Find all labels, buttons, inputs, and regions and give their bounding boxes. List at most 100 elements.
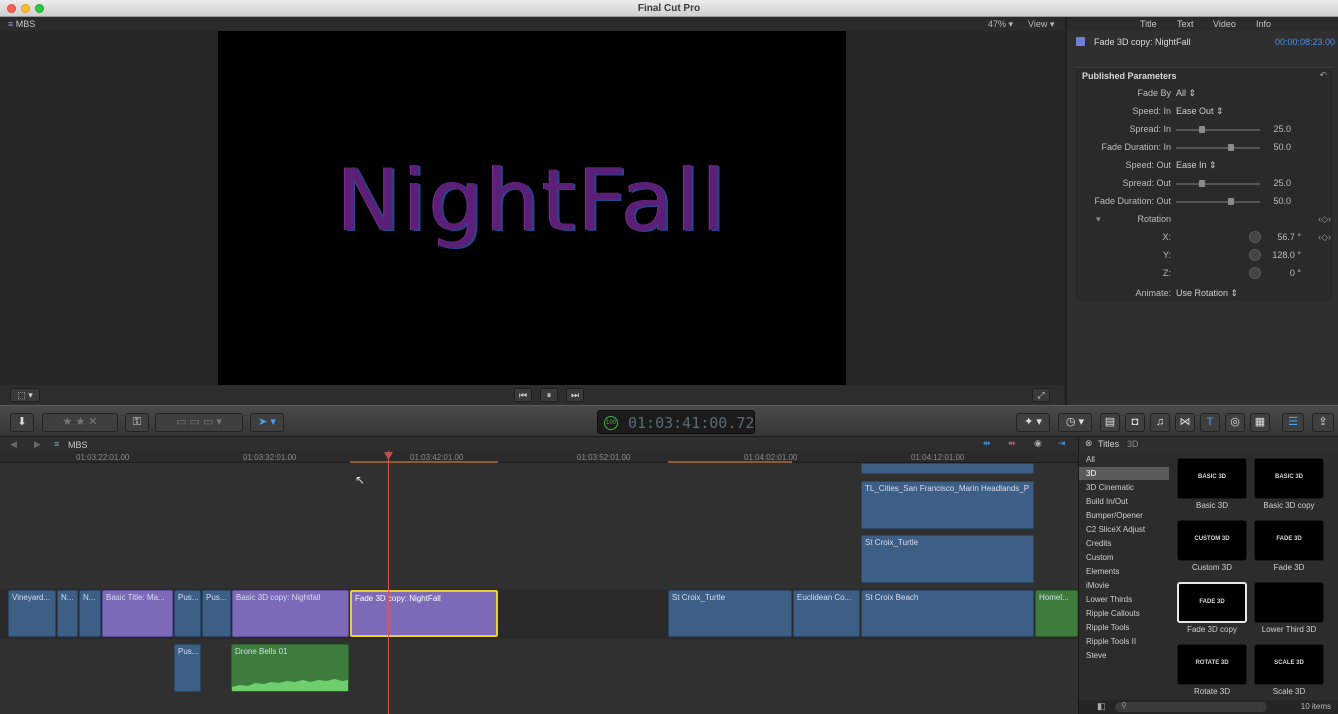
category-item[interactable]: Steve: [1079, 649, 1169, 662]
rotation-y-dial[interactable]: [1249, 249, 1261, 261]
slider-knob[interactable]: [1198, 180, 1205, 187]
timeline-clip[interactable]: TL_Cities_San Francisco_Marin Headlands_…: [861, 481, 1034, 529]
snapping-icon[interactable]: ⇥: [1058, 438, 1066, 449]
category-item[interactable]: Bumper/Opener: [1079, 509, 1169, 522]
spread-out-slider[interactable]: [1176, 180, 1260, 187]
back-arrow-icon[interactable]: ◀: [10, 439, 17, 450]
fade-duration-in-slider[interactable]: [1176, 144, 1260, 151]
search-field[interactable]: ⚲: [1115, 701, 1267, 712]
dashboard-timecode[interactable]: 100 01:03:41:00.72: [597, 410, 755, 434]
fade-duration-out-slider[interactable]: [1176, 198, 1260, 205]
solo-icon[interactable]: ◉: [1034, 438, 1042, 449]
titles-browser-icon[interactable]: T: [1200, 413, 1220, 432]
timeline-clip[interactable]: St Croix_Turtle: [668, 590, 792, 637]
param-number[interactable]: 50.0: [1273, 196, 1291, 206]
tab-text[interactable]: Text: [1177, 19, 1194, 29]
timeline-clip[interactable]: St Croix_Turtle: [861, 535, 1034, 583]
title-thumbnail-selected[interactable]: FADE 3D: [1177, 582, 1247, 623]
share-icon[interactable]: ⇪: [1312, 413, 1334, 432]
inspector-toggle-icon[interactable]: ☰: [1282, 413, 1304, 432]
speed-in-popup[interactable]: Ease Out ⇕: [1176, 106, 1224, 117]
close-icon[interactable]: ⊗: [1085, 438, 1093, 449]
import-icon[interactable]: ⬇: [10, 413, 34, 432]
slider-knob[interactable]: [1228, 144, 1235, 151]
timeline-clip[interactable]: Pus...: [202, 590, 231, 637]
category-item[interactable]: C2 SliceX Adjust: [1079, 523, 1169, 536]
photos-icon[interactable]: ◘: [1125, 413, 1145, 432]
timeline-clip[interactable]: [861, 463, 1034, 474]
disclosure-triangle-icon[interactable]: ▾: [1096, 214, 1101, 225]
category-item-selected[interactable]: 3D: [1079, 467, 1169, 480]
slider-knob[interactable]: [1198, 126, 1205, 133]
selected-timeline-clip[interactable]: Fade 3D copy: NightFall: [350, 590, 498, 637]
timeline-clip[interactable]: Pus...: [174, 644, 201, 692]
timeline-clip[interactable]: Euclidean Co...: [793, 590, 860, 637]
forward-arrow-icon[interactable]: ▶: [34, 439, 41, 450]
themes-icon[interactable]: ▦: [1250, 413, 1270, 432]
title-thumbnail[interactable]: FADE 3D: [1254, 520, 1324, 561]
category-item[interactable]: Ripple Tools: [1079, 621, 1169, 634]
viewer-project[interactable]: ≡ MBS: [8, 19, 35, 29]
enhancements-icon[interactable]: ✦ ▾: [1016, 413, 1050, 432]
title-thumbnail[interactable]: BASIC 3D: [1254, 458, 1324, 499]
timeline-clip[interactable]: Pus...: [174, 590, 201, 637]
title-thumbnail[interactable]: SCALE 3D: [1254, 644, 1324, 685]
transitions-icon[interactable]: ⋈: [1175, 413, 1195, 432]
transform-menu-button[interactable]: ⬚ ▾: [10, 388, 40, 402]
category-item[interactable]: Ripple Callouts: [1079, 607, 1169, 620]
timeline-ruler[interactable]: 01:03:22:01.00 01:03:32:01.00 01:03:42:0…: [0, 451, 1078, 463]
reset-icon[interactable]: ↶: [1319, 70, 1327, 81]
param-number[interactable]: 25.0: [1273, 178, 1291, 188]
category-item[interactable]: Credits: [1079, 537, 1169, 550]
rotation-x-dial[interactable]: [1249, 231, 1261, 243]
fade-by-popup[interactable]: All ⇕: [1176, 88, 1196, 99]
title-thumbnail[interactable]: BASIC 3D: [1177, 458, 1247, 499]
tab-info[interactable]: Info: [1256, 19, 1271, 29]
param-number[interactable]: 128.0 °: [1272, 250, 1301, 260]
pause-button[interactable]: ⏸: [540, 388, 558, 402]
keyframe-nav-icon[interactable]: ‹◇›: [1318, 214, 1331, 225]
slider-knob[interactable]: [1228, 198, 1235, 205]
spread-in-slider[interactable]: [1176, 126, 1260, 133]
param-number[interactable]: 0 °: [1290, 268, 1301, 278]
category-item[interactable]: Ripple Tools II: [1079, 635, 1169, 648]
title-thumbnail[interactable]: [1254, 582, 1324, 623]
rating-buttons[interactable]: ★ ★ ✕: [42, 413, 118, 432]
timeline-index-icon[interactable]: ≡: [54, 439, 59, 449]
timeline[interactable]: TL_Cities_San Francisco_Marin Headlands_…: [0, 463, 1078, 714]
select-tool-icon[interactable]: ➤ ▾: [250, 413, 284, 432]
generators-icon[interactable]: ◎: [1225, 413, 1245, 432]
go-to-start-button[interactable]: ⏮: [514, 388, 532, 402]
skimming-icon[interactable]: ⇹: [983, 438, 991, 449]
timeline-clip[interactable]: St Croix Beach: [861, 590, 1034, 637]
title-thumbnail[interactable]: CUSTOM 3D: [1177, 520, 1247, 561]
fullscreen-icon[interactable]: ⤢: [1032, 388, 1050, 402]
edit-buttons[interactable]: ▭ ▭ ▭ ▾: [155, 413, 243, 432]
category-item[interactable]: iMovie: [1079, 579, 1169, 592]
music-icon[interactable]: ♫: [1150, 413, 1170, 432]
title-thumbnail[interactable]: ROTATE 3D: [1177, 644, 1247, 685]
keyframe-nav-icon[interactable]: ‹◇›: [1318, 232, 1331, 243]
animate-popup[interactable]: Use Rotation ⇕: [1176, 288, 1238, 299]
view-menu[interactable]: View ▾: [1028, 19, 1054, 30]
audio-skimming-icon[interactable]: ⇹: [1008, 438, 1016, 449]
timeline-clip[interactable]: Basic Title: Ma...: [102, 590, 173, 637]
category-item[interactable]: Lower Thirds: [1079, 593, 1169, 606]
rotation-z-dial[interactable]: [1249, 267, 1261, 279]
param-number[interactable]: 50.0: [1273, 142, 1291, 152]
timeline-clip[interactable]: Homel...: [1035, 590, 1078, 637]
background-tasks-badge[interactable]: 100: [604, 416, 618, 430]
audio-clip[interactable]: Drone Bells 01: [231, 644, 349, 692]
category-item[interactable]: Elements: [1079, 565, 1169, 578]
param-number[interactable]: 25.0: [1273, 124, 1291, 134]
timeline-clip[interactable]: Basic 3D copy: Nightfall: [232, 590, 349, 637]
category-item[interactable]: 3D Cinematic: [1079, 481, 1169, 494]
sidebar-toggle-icon[interactable]: ◧: [1097, 701, 1106, 712]
viewer-canvas[interactable]: NightFall: [218, 31, 846, 385]
timeline-clip[interactable]: Vineyard...: [8, 590, 56, 637]
category-item[interactable]: All: [1079, 453, 1169, 466]
category-item[interactable]: Custom: [1079, 551, 1169, 564]
timeline-clip[interactable]: N...: [79, 590, 101, 637]
category-item[interactable]: Build In/Out: [1079, 495, 1169, 508]
go-to-end-button[interactable]: ⏭: [566, 388, 584, 402]
